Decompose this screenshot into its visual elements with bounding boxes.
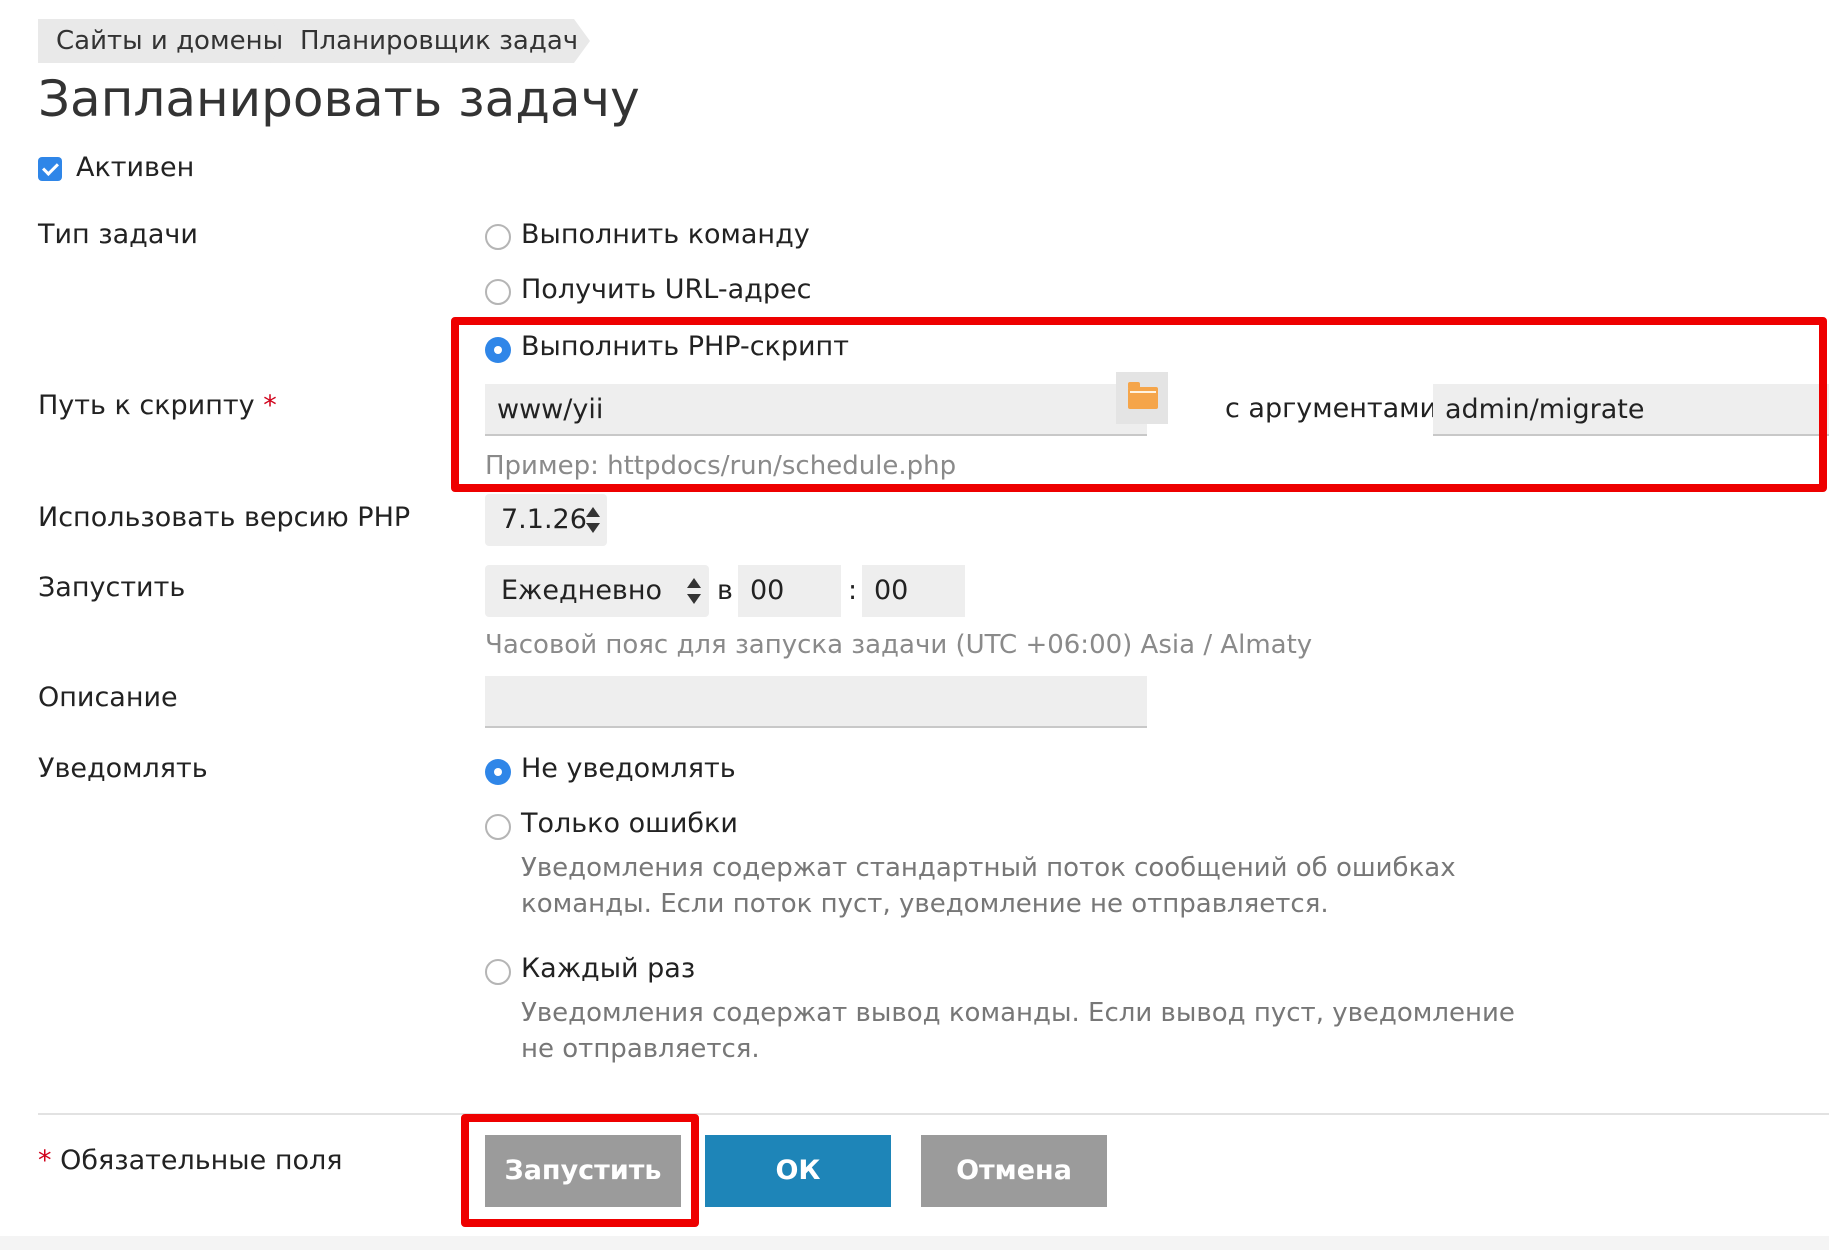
php-version-label: Использовать версию PHP — [38, 502, 411, 533]
php-version-select[interactable]: 7.1.26 — [485, 494, 607, 546]
run-label: Запустить — [38, 572, 186, 603]
radio-no-notify-label: Не уведомлять — [521, 753, 736, 784]
notify-label: Уведомлять — [38, 753, 208, 784]
frequency-select[interactable]: Ежедневно — [485, 565, 709, 617]
description-label: Описание — [38, 682, 178, 713]
script-path-label-text: Путь к скрипту — [38, 390, 255, 421]
radio-errors-only-label: Только ошибки — [521, 808, 738, 839]
select-arrows-icon — [687, 578, 701, 604]
radio-run-command[interactable] — [485, 224, 511, 250]
task-type-label: Тип задачи — [38, 219, 198, 250]
frequency-value: Ежедневно — [501, 575, 663, 606]
time-separator: : — [848, 575, 858, 606]
ok-button[interactable]: ОК — [705, 1135, 891, 1207]
active-checkbox[interactable] — [38, 157, 62, 181]
highlight-run-button — [461, 1114, 699, 1227]
php-version-value: 7.1.26 — [501, 504, 587, 535]
radio-fetch-url[interactable] — [485, 279, 511, 305]
required-asterisk: * — [263, 390, 277, 421]
radio-fetch-url-label: Получить URL-адрес — [521, 274, 812, 305]
every-time-description: Уведомления содержат вывод команды. Если… — [521, 998, 1515, 1064]
radio-run-command-label: Выполнить команду — [521, 219, 810, 250]
at-label: в — [717, 575, 733, 606]
active-label: Активен — [76, 152, 195, 183]
description-input[interactable] — [485, 676, 1147, 728]
radio-every-time[interactable] — [485, 959, 511, 985]
cancel-button[interactable]: Отмена — [921, 1135, 1107, 1207]
radio-every-time-label: Каждый раз — [521, 953, 696, 984]
highlight-php-script-block — [451, 317, 1827, 492]
hour-input[interactable]: 00 — [738, 565, 841, 617]
script-path-label: Путь к скрипту * — [38, 390, 277, 421]
minute-input[interactable]: 00 — [862, 565, 965, 617]
breadcrumb-item-scheduler[interactable]: Планировщик задач — [270, 19, 590, 63]
timezone-hint: Часовой пояс для запуска задачи (UTC +06… — [485, 630, 1313, 660]
errors-only-description: Уведомления содержат стандартный поток с… — [521, 853, 1456, 919]
required-fields-text: Обязательные поля — [60, 1145, 343, 1176]
page-title: Запланировать задачу — [38, 70, 640, 128]
bottom-bar — [0, 1236, 1829, 1250]
select-arrows-icon — [586, 507, 600, 533]
required-asterisk: * — [38, 1145, 52, 1176]
radio-errors-only[interactable] — [485, 814, 511, 840]
footer-divider — [38, 1113, 1829, 1115]
radio-no-notify[interactable] — [485, 759, 511, 785]
required-fields-note: * Обязательные поля — [38, 1145, 343, 1176]
breadcrumb-item-sites[interactable]: Сайты и домены — [38, 19, 306, 63]
